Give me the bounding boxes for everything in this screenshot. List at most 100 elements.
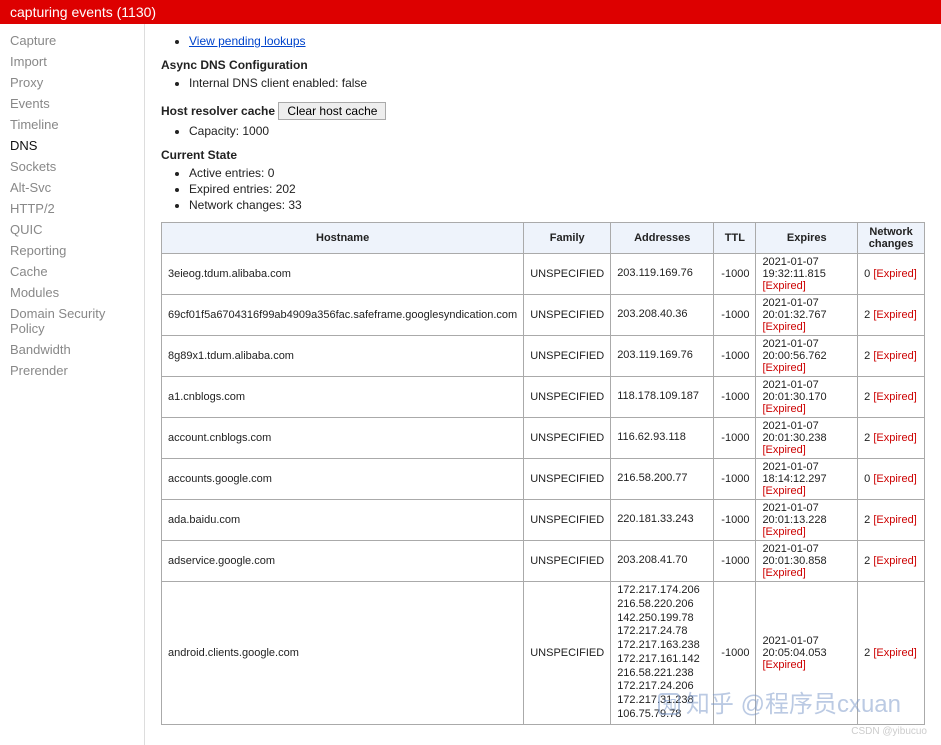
async-dns-heading: Async DNS Configuration — [161, 58, 925, 72]
cell-hostname: 69cf01f5a6704316f99ab4909a356fac.safefra… — [162, 295, 524, 336]
cell-family: UNSPECIFIED — [524, 254, 611, 295]
cell-hostname: a1.cnblogs.com — [162, 377, 524, 418]
status-header: capturing events (1130) — [0, 0, 941, 24]
cell-addresses: 203.208.40.36 — [611, 295, 714, 336]
status-title: capturing events (1130) — [10, 4, 156, 20]
cell-network-changes: 2 [Expired] — [858, 541, 925, 582]
cell-expires: 2021-01-07 20:01:13.228 [Expired] — [756, 500, 858, 541]
table-row: 3eieog.tdum.alibaba.comUNSPECIFIED203.11… — [162, 254, 925, 295]
cell-addresses: 203.119.169.76 — [611, 336, 714, 377]
table-row: accounts.google.comUNSPECIFIED216.58.200… — [162, 459, 925, 500]
clear-host-cache-button[interactable]: Clear host cache — [278, 102, 386, 120]
sidebar: CaptureImportProxyEventsTimelineDNSSocke… — [0, 24, 145, 745]
network-changes-line: Network changes: 33 — [189, 198, 925, 212]
cell-hostname: 3eieog.tdum.alibaba.com — [162, 254, 524, 295]
cell-network-changes: 2 [Expired] — [858, 418, 925, 459]
sidebar-item-modules[interactable]: Modules — [0, 282, 144, 303]
cell-ttl: -1000 — [714, 336, 756, 377]
sidebar-item-events[interactable]: Events — [0, 93, 144, 114]
col-expires: Expires — [756, 223, 858, 254]
capacity-line: Capacity: 1000 — [189, 124, 925, 138]
cell-network-changes: 2 [Expired] — [858, 295, 925, 336]
sidebar-item-bandwidth[interactable]: Bandwidth — [0, 339, 144, 360]
cell-expires: 2021-01-07 20:01:30.238 [Expired] — [756, 418, 858, 459]
cell-family: UNSPECIFIED — [524, 295, 611, 336]
cell-network-changes: 0 [Expired] — [858, 254, 925, 295]
cell-family: UNSPECIFIED — [524, 336, 611, 377]
cell-addresses: 203.208.41.70 — [611, 541, 714, 582]
cell-expires: 2021-01-07 20:01:30.170 [Expired] — [756, 377, 858, 418]
sidebar-item-alt-svc[interactable]: Alt-Svc — [0, 177, 144, 198]
col-addresses: Addresses — [611, 223, 714, 254]
cell-network-changes: 2 [Expired] — [858, 377, 925, 418]
sidebar-item-reporting[interactable]: Reporting — [0, 240, 144, 261]
current-state-heading: Current State — [161, 148, 925, 162]
sidebar-item-sockets[interactable]: Sockets — [0, 156, 144, 177]
col-hostname: Hostname — [162, 223, 524, 254]
cell-hostname: android.clients.google.com — [162, 582, 524, 725]
cell-ttl: -1000 — [714, 418, 756, 459]
sidebar-item-import[interactable]: Import — [0, 51, 144, 72]
table-row: 8g89x1.tdum.alibaba.comUNSPECIFIED203.11… — [162, 336, 925, 377]
table-row: account.cnblogs.comUNSPECIFIED116.62.93.… — [162, 418, 925, 459]
cell-addresses: 220.181.33.243 — [611, 500, 714, 541]
cell-addresses: 203.119.169.76 — [611, 254, 714, 295]
pending-lookups-link[interactable]: View pending lookups — [189, 34, 306, 48]
cell-family: UNSPECIFIED — [524, 582, 611, 725]
sidebar-item-quic[interactable]: QUIC — [0, 219, 144, 240]
cell-hostname: adservice.google.com — [162, 541, 524, 582]
cell-ttl: -1000 — [714, 459, 756, 500]
cell-hostname: accounts.google.com — [162, 459, 524, 500]
table-row: a1.cnblogs.comUNSPECIFIED118.178.109.187… — [162, 377, 925, 418]
cell-addresses: 172.217.174.206 216.58.220.206 142.250.1… — [611, 582, 714, 725]
sidebar-item-timeline[interactable]: Timeline — [0, 114, 144, 135]
cell-ttl: -1000 — [714, 377, 756, 418]
sidebar-item-dns[interactable]: DNS — [0, 135, 144, 156]
cell-expires: 2021-01-07 20:01:32.767 [Expired] — [756, 295, 858, 336]
cell-addresses: 118.178.109.187 — [611, 377, 714, 418]
cell-hostname: account.cnblogs.com — [162, 418, 524, 459]
sidebar-item-cache[interactable]: Cache — [0, 261, 144, 282]
cell-hostname: 8g89x1.tdum.alibaba.com — [162, 336, 524, 377]
cell-expires: 2021-01-07 18:14:12.297 [Expired] — [756, 459, 858, 500]
cell-network-changes: 2 [Expired] — [858, 582, 925, 725]
sidebar-item-prerender[interactable]: Prerender — [0, 360, 144, 381]
cell-addresses: 216.58.200.77 — [611, 459, 714, 500]
sidebar-item-capture[interactable]: Capture — [0, 30, 144, 51]
cell-network-changes: 0 [Expired] — [858, 459, 925, 500]
cell-ttl: -1000 — [714, 295, 756, 336]
cell-hostname: ada.baidu.com — [162, 500, 524, 541]
sidebar-item-proxy[interactable]: Proxy — [0, 72, 144, 93]
cell-family: UNSPECIFIED — [524, 541, 611, 582]
cell-expires: 2021-01-07 20:00:56.762 [Expired] — [756, 336, 858, 377]
sidebar-item-domain-security-policy[interactable]: Domain Security Policy — [0, 303, 144, 339]
col-network-changes: Network changes — [858, 223, 925, 254]
cell-ttl: -1000 — [714, 500, 756, 541]
col-ttl: TTL — [714, 223, 756, 254]
expired-entries-line: Expired entries: 202 — [189, 182, 925, 196]
cell-expires: 2021-01-07 20:01:30.858 [Expired] — [756, 541, 858, 582]
cell-ttl: -1000 — [714, 582, 756, 725]
cell-family: UNSPECIFIED — [524, 377, 611, 418]
table-row: adservice.google.comUNSPECIFIED203.208.4… — [162, 541, 925, 582]
cell-expires: 2021-01-07 20:05:04.053 [Expired] — [756, 582, 858, 725]
cell-network-changes: 2 [Expired] — [858, 336, 925, 377]
cell-expires: 2021-01-07 19:32:11.815 [Expired] — [756, 254, 858, 295]
table-row: 69cf01f5a6704316f99ab4909a356fac.safefra… — [162, 295, 925, 336]
credit-text: CSDN @yibucuo — [851, 726, 927, 737]
host-resolver-cache-heading: Host resolver cache — [161, 104, 275, 118]
cell-addresses: 116.62.93.118 — [611, 418, 714, 459]
dns-cache-table: Hostname Family Addresses TTL Expires Ne… — [161, 222, 925, 725]
cell-family: UNSPECIFIED — [524, 459, 611, 500]
col-family: Family — [524, 223, 611, 254]
active-entries-line: Active entries: 0 — [189, 166, 925, 180]
table-row: android.clients.google.comUNSPECIFIED172… — [162, 582, 925, 725]
cell-family: UNSPECIFIED — [524, 418, 611, 459]
main-panel: View pending lookups Async DNS Configura… — [145, 24, 941, 745]
table-row: ada.baidu.comUNSPECIFIED220.181.33.243-1… — [162, 500, 925, 541]
sidebar-item-http-2[interactable]: HTTP/2 — [0, 198, 144, 219]
cell-family: UNSPECIFIED — [524, 500, 611, 541]
cell-network-changes: 2 [Expired] — [858, 500, 925, 541]
cell-ttl: -1000 — [714, 254, 756, 295]
internal-dns-client-line: Internal DNS client enabled: false — [189, 76, 925, 90]
